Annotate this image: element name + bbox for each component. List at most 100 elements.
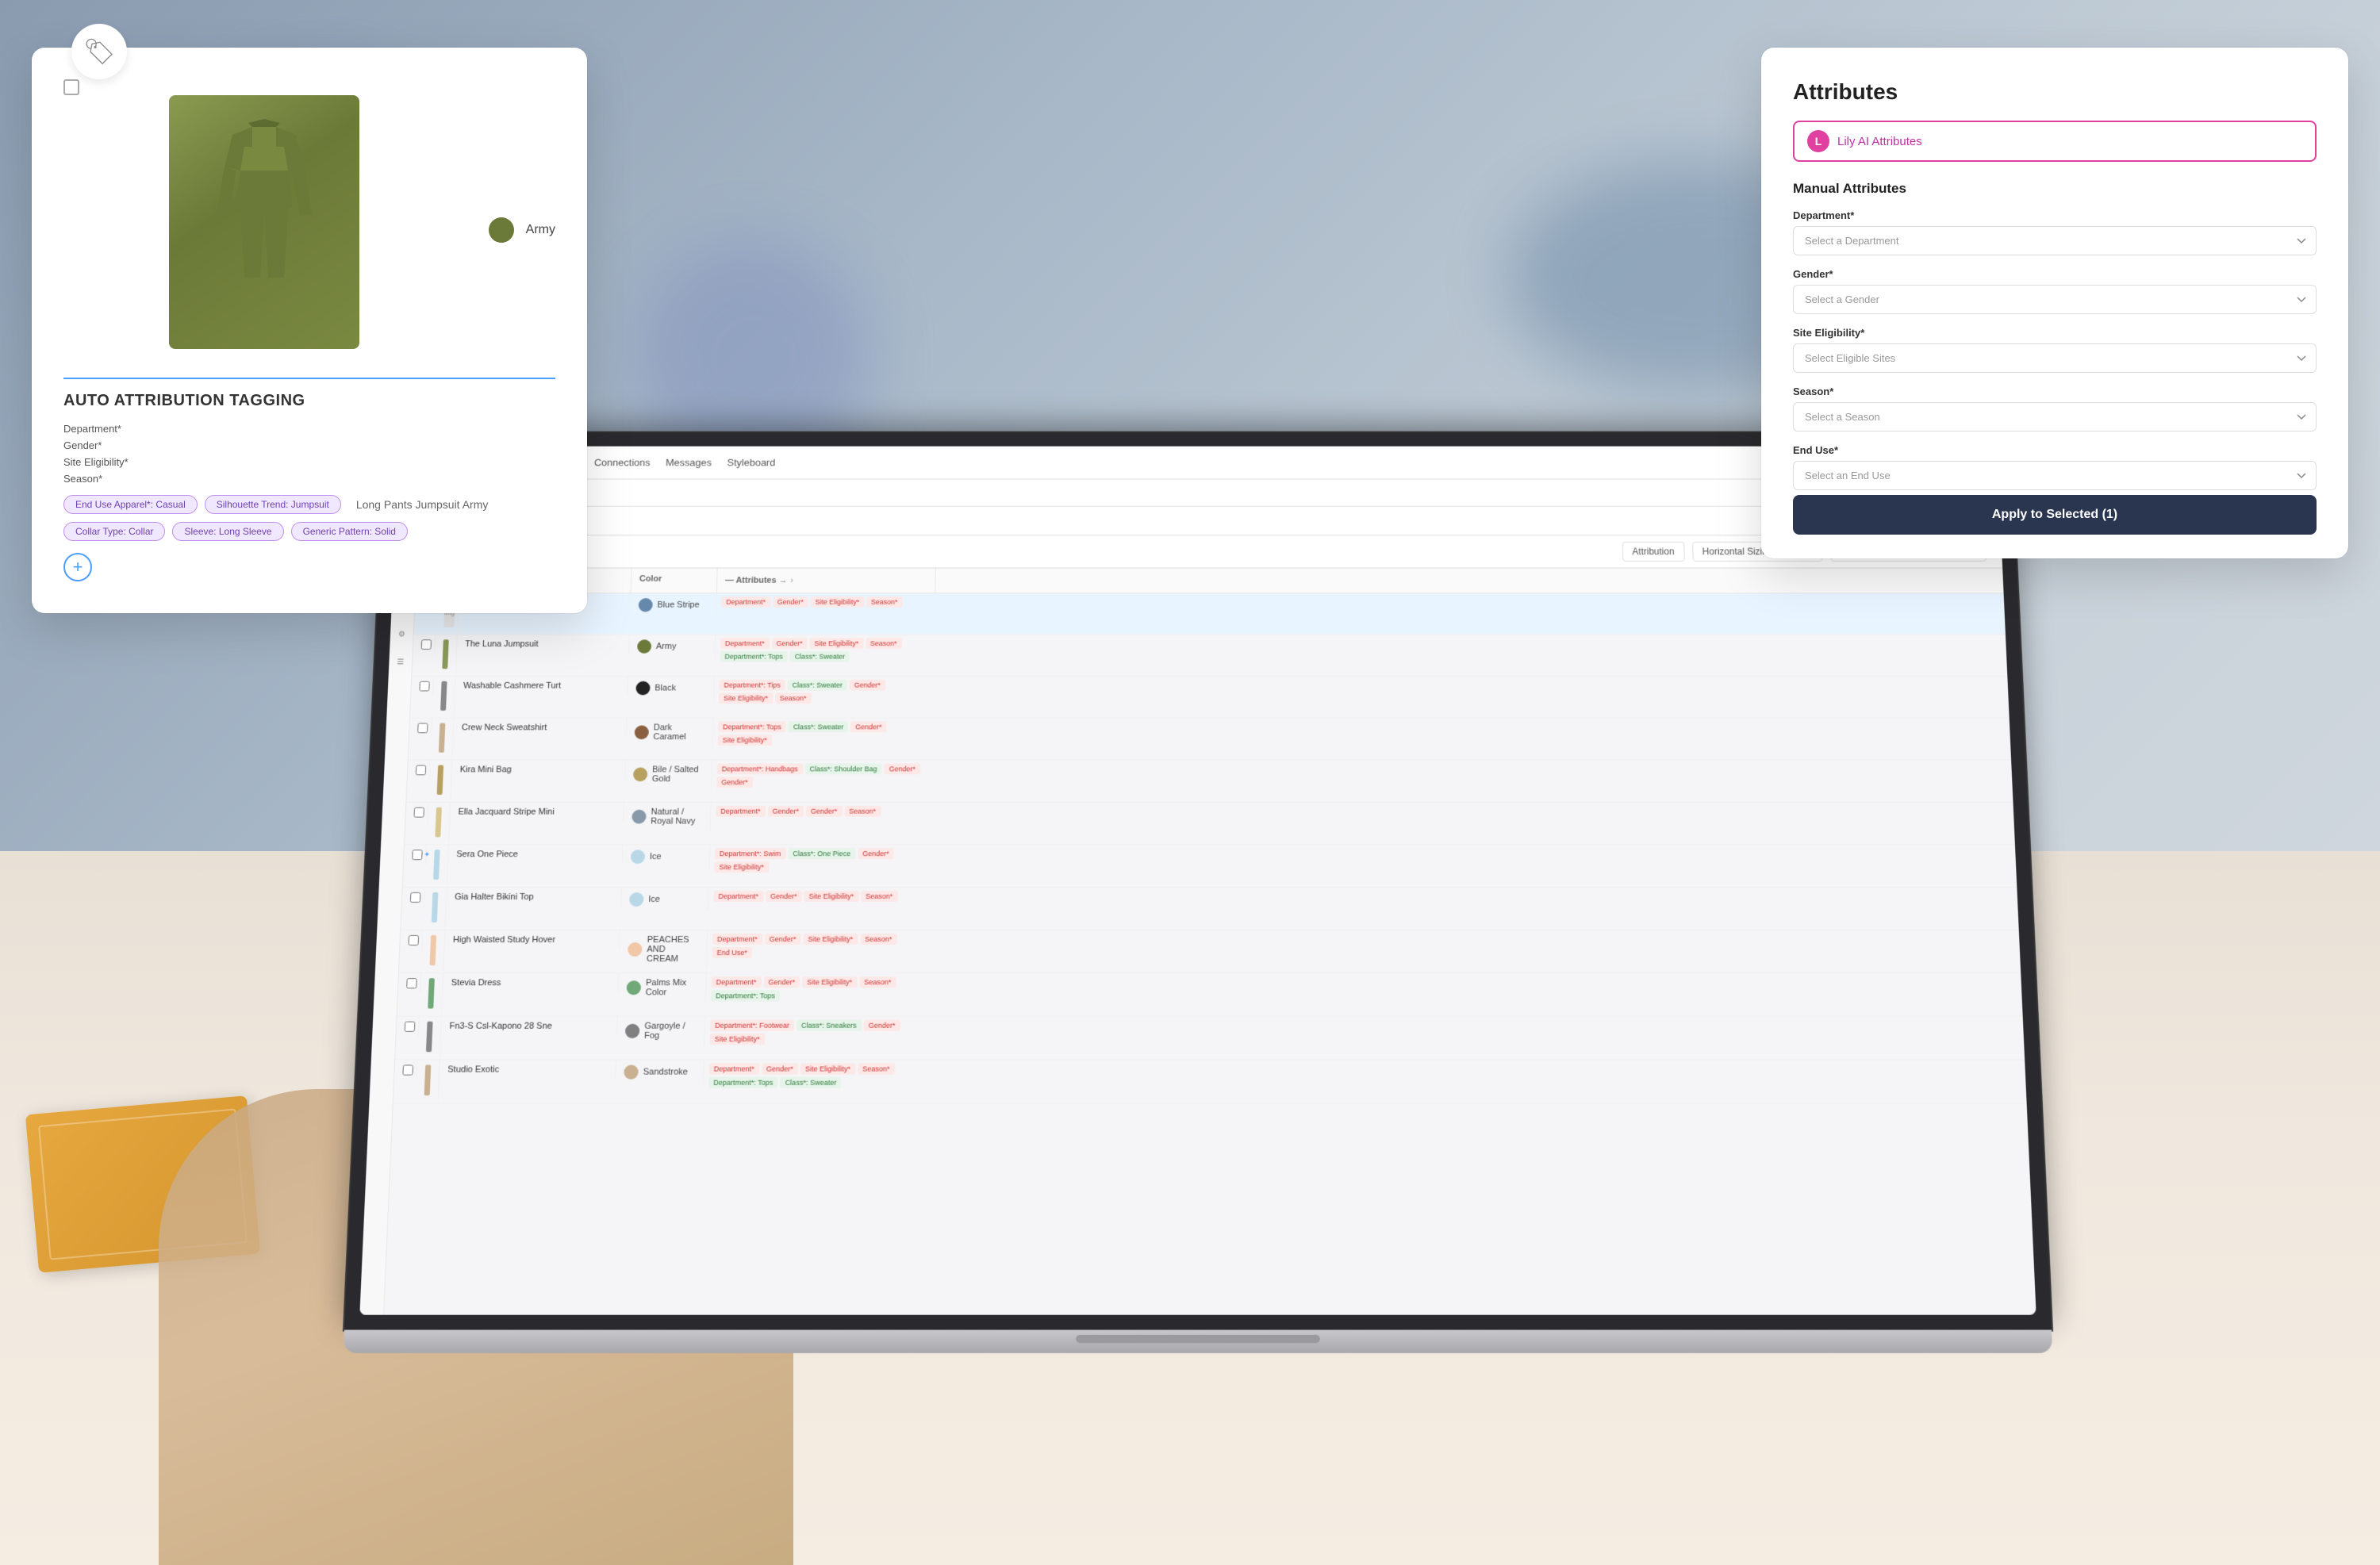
season-select[interactable]: Select a Season — [1793, 402, 2317, 432]
attr-tag[interactable]: Gender* — [772, 638, 808, 649]
table-row[interactable]: Kira Mini Bag Bile / Salted Gold Departm… — [406, 761, 2013, 803]
attr-tag[interactable]: Gender* — [773, 596, 808, 608]
card-tag-pattern[interactable]: Generic Pattern: Solid — [291, 522, 408, 541]
attr-tag[interactable]: Department* — [708, 1063, 759, 1074]
attr-tag[interactable]: Site Eligibility* — [719, 692, 773, 704]
end-use-select[interactable]: Select an End Use — [1793, 461, 2317, 490]
attr-tag[interactable]: Site Eligibility* — [718, 735, 772, 746]
attr-tag[interactable]: Gender* — [763, 976, 800, 988]
attr-tag[interactable]: Class*: Shoulder Bag — [804, 764, 881, 775]
apply-to-selected-button[interactable]: Apply to Selected (1) — [1793, 495, 2317, 535]
attr-tag[interactable]: Department*: Tops — [711, 990, 780, 1001]
attr-tag[interactable]: Site Eligibility* — [809, 638, 863, 649]
attr-tag[interactable]: Department*: Handbags — [717, 764, 803, 775]
department-select[interactable]: Select a Department — [1793, 226, 2317, 255]
attr-tag[interactable]: Department*: Tops — [720, 651, 788, 662]
attr-tag[interactable]: Gender* — [858, 848, 894, 859]
attr-tag[interactable]: Season* — [775, 692, 812, 704]
attr-tag[interactable]: Class*: Sweater — [780, 1077, 841, 1088]
td-checkbox[interactable] — [409, 719, 432, 738]
attr-tag[interactable]: Department*: Footwear — [710, 1020, 794, 1031]
table-row[interactable]: Stevia Dress Palms Mix Color Department*… — [397, 973, 2023, 1016]
table-row[interactable]: Studio Exotic Sandstroke Department* Gen… — [393, 1060, 2027, 1103]
td-checkbox[interactable] — [402, 888, 425, 907]
attr-tag[interactable]: Class*: Sneakers — [797, 1020, 862, 1031]
attr-tag[interactable]: Department* — [720, 638, 770, 649]
product-card-checkbox[interactable] — [63, 79, 79, 95]
nav-messages[interactable]: Messages — [666, 457, 712, 468]
columns-icon[interactable]: ☰ — [392, 654, 409, 669]
attr-tag[interactable]: Department*: Tips — [719, 680, 785, 691]
nav-styleboard[interactable]: Styleboard — [727, 457, 775, 468]
attr-tag[interactable]: Gender* — [766, 891, 802, 902]
attr-tag[interactable]: Class*: Sweater — [788, 680, 847, 691]
table-row[interactable]: Fn3-S Csl-Kapono 28 Sne Gargoyle / Fog D… — [395, 1017, 2025, 1061]
card-tag-sleeve[interactable]: Sleeve: Long Sleeve — [172, 522, 283, 541]
nav-connections[interactable]: Connections — [594, 457, 651, 468]
td-checkbox[interactable] — [411, 677, 434, 696]
card-add-button[interactable]: + — [63, 553, 92, 581]
table-row[interactable]: High Waisted Study Hover PEACHES AND CRE… — [399, 930, 2021, 973]
attr-tag[interactable]: Department* — [711, 976, 761, 988]
attr-tag[interactable]: Department*: Tops — [708, 1077, 778, 1088]
table-row[interactable]: Ella Jacquard Stripe Mini Natural / Roya… — [405, 803, 2015, 845]
attr-tag[interactable]: Department* — [721, 596, 770, 608]
attr-tag[interactable]: Season* — [866, 596, 903, 608]
attr-tag[interactable]: Gender* — [716, 777, 753, 788]
attribution-button[interactable]: Attribution — [1622, 542, 1684, 562]
lily-ai-button[interactable]: L Lily AI Attributes — [1793, 121, 2317, 162]
attr-tag[interactable]: Department*: Swim — [715, 848, 786, 859]
attr-tag[interactable]: Season* — [866, 638, 902, 649]
attr-tag[interactable]: Site Eligibility* — [804, 891, 858, 902]
td-checkbox[interactable] — [400, 930, 423, 950]
attr-tag[interactable]: Class*: Sweater — [790, 651, 850, 662]
td-checkbox[interactable] — [408, 761, 431, 781]
attr-tag[interactable]: Site Eligibility* — [710, 1034, 765, 1045]
table-row[interactable]: Gia Halter Bikini Top Ice Department* Ge… — [401, 888, 2019, 930]
attr-tag[interactable]: Site Eligibility* — [802, 976, 857, 988]
table-row[interactable]: Crew Neck Sweatshirt Dark Caramel Depart… — [409, 719, 2011, 761]
attr-tag[interactable]: Gender* — [806, 806, 843, 817]
attr-tag[interactable]: Gender* — [884, 764, 919, 775]
attr-tag[interactable]: Department* — [716, 806, 766, 817]
td-checkbox[interactable] — [398, 973, 421, 993]
filters-icon[interactable]: ⚙ — [393, 627, 410, 642]
attr-tag[interactable]: Gender* — [767, 806, 804, 817]
td-checkbox[interactable] — [413, 635, 436, 654]
attr-tag[interactable]: Site Eligibility* — [800, 1063, 856, 1074]
card-tag-end-use[interactable]: End Use Apparel*: Casual — [63, 495, 198, 514]
td-color: Sandstroke — [616, 1060, 704, 1084]
attr-tag[interactable]: Class*: One Piece — [788, 848, 855, 859]
table-row[interactable]: ✦ Sera One Piece Ice Department*: Swim C… — [403, 845, 2017, 888]
laptop-base — [344, 1330, 2053, 1353]
attr-tag[interactable]: Season* — [859, 976, 896, 988]
attr-tag[interactable]: Site Eligibility* — [811, 596, 865, 608]
attr-tag[interactable]: Site Eligibility* — [714, 861, 769, 873]
td-checkbox[interactable] — [405, 803, 428, 823]
card-tag-collar[interactable]: Collar Type: Collar — [63, 522, 165, 541]
td-checkbox[interactable] — [394, 1060, 417, 1080]
attr-tag[interactable]: Gender* — [762, 1063, 798, 1074]
td-checkbox[interactable] — [396, 1017, 419, 1037]
attr-tag[interactable]: Site Eligibility* — [803, 934, 858, 945]
gender-select[interactable]: Select a Gender — [1793, 285, 2317, 314]
table-row[interactable]: Washable Cashmere Turt Black Department*… — [410, 677, 2010, 719]
site-eligibility-select[interactable]: Select Eligible Sites — [1793, 343, 2317, 373]
table-row[interactable]: img The Classic Buttondown Blue Stripe D… — [414, 593, 2006, 635]
attr-tag[interactable]: Season* — [844, 806, 881, 817]
attr-tag[interactable]: End Use* — [712, 947, 752, 958]
attr-tag[interactable]: Department* — [712, 934, 762, 945]
attr-tag[interactable]: Class*: Sweater — [789, 722, 849, 733]
attr-tag[interactable]: Gender* — [850, 680, 885, 691]
table-row[interactable]: The Luna Jumpsuit Army Department* Gende… — [412, 635, 2007, 676]
attr-tag[interactable]: Department*: Tops — [718, 722, 786, 733]
attr-tag[interactable]: Gender* — [864, 1020, 900, 1031]
td-checkbox[interactable]: ✦ — [404, 845, 427, 865]
attr-tag[interactable]: Season* — [860, 934, 896, 945]
attr-tag[interactable]: Season* — [861, 891, 897, 902]
attr-tag[interactable]: Season* — [858, 1063, 895, 1074]
card-tag-silhouette[interactable]: Silhouette Trend: Jumpsuit — [205, 495, 341, 514]
attr-tag[interactable]: Gender* — [765, 934, 801, 945]
attr-tag[interactable]: Department* — [713, 891, 763, 902]
attr-tag[interactable]: Gender* — [850, 722, 886, 733]
